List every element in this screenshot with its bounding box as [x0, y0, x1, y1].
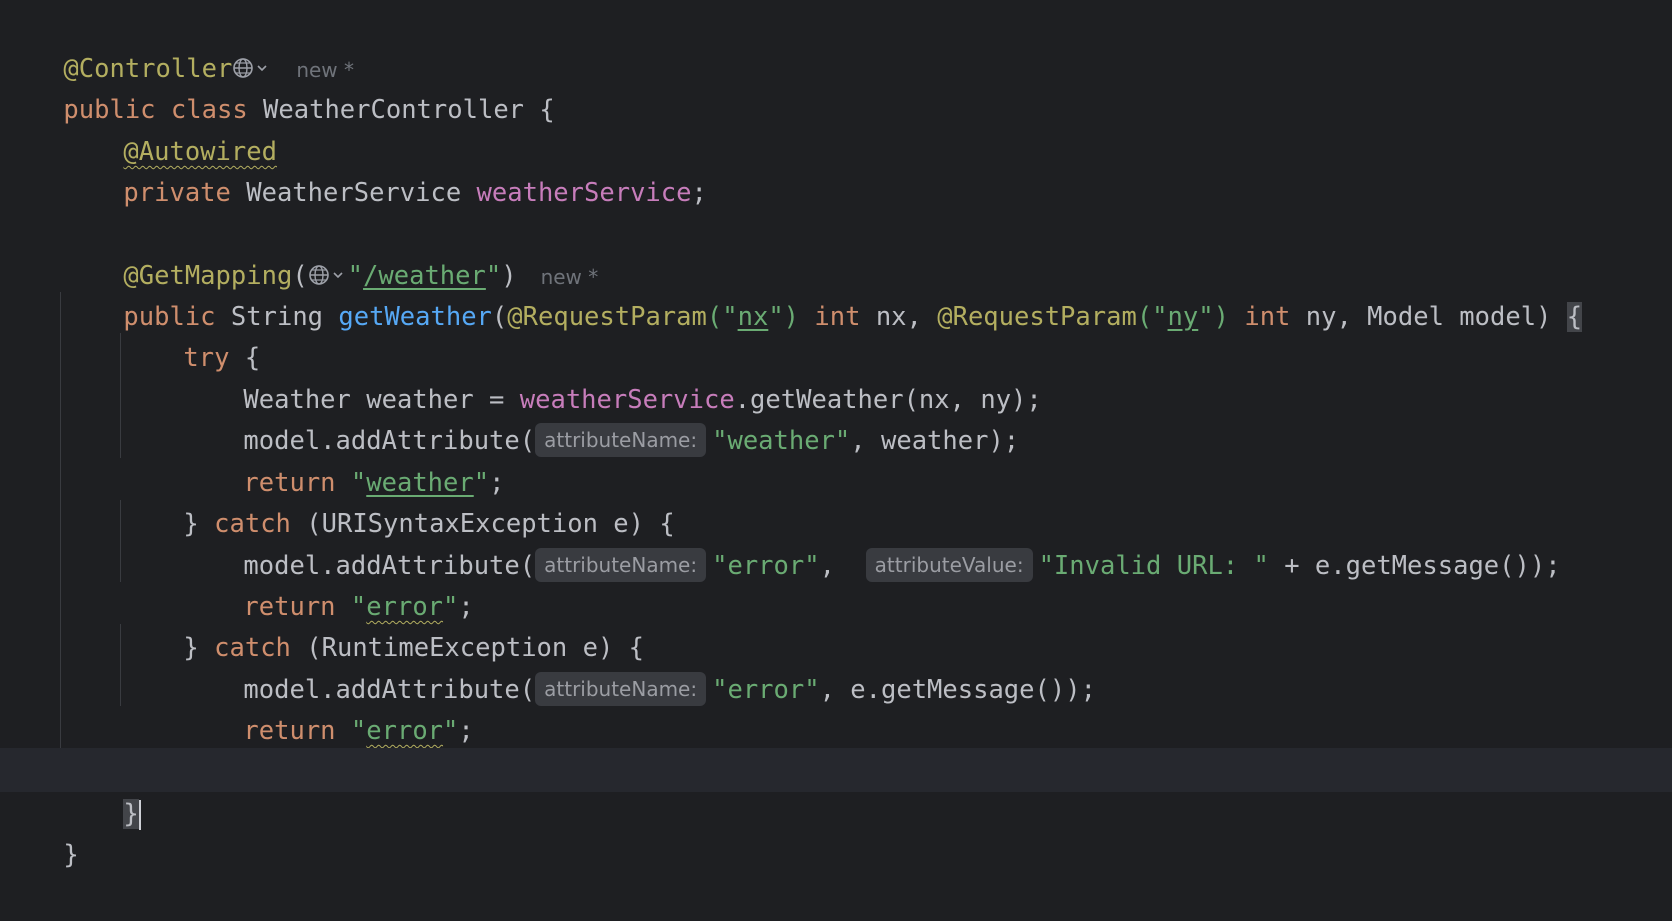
code-line-11[interactable]: return "weather"; [0, 417, 1672, 498]
code-line-8[interactable]: try { [0, 292, 1672, 373]
code-line-3[interactable]: @Autowired [0, 86, 1672, 167]
code-line-12[interactable]: } catch (URISyntaxException e) { [0, 458, 1672, 539]
code-line-13[interactable]: model.addAttribute(attributeName: "error"… [0, 500, 1672, 582]
code-line-9[interactable]: Weather weather = weatherService.getWeat… [0, 334, 1672, 415]
close-brace: } [63, 840, 79, 870]
code-line-18[interactable]: } [0, 706, 1672, 787]
code-line-14[interactable]: return "error"; [0, 541, 1672, 622]
code-line-16[interactable]: model.addAttribute(attributeName: "error"… [0, 624, 1672, 706]
code-line-4[interactable]: private WeatherService weatherService; [0, 127, 1672, 208]
code-line-17[interactable]: return "error"; [0, 665, 1672, 746]
code-line-7[interactable]: public String getWeather(@RequestParam("… [0, 251, 1672, 332]
code-line-15[interactable]: } catch (RuntimeException e) { [0, 582, 1672, 663]
code-editor[interactable]: @Controller new * public class WeatherCon… [0, 0, 1672, 888]
code-line-20[interactable]: } [0, 789, 1672, 870]
code-line-5[interactable] [0, 169, 1672, 213]
code-line-6[interactable]: @GetMapping("/weather") new * [0, 210, 1672, 291]
code-line-1[interactable]: @Controller new * [0, 3, 1672, 84]
code-line-10[interactable]: model.addAttribute(attributeName: "weathe… [0, 375, 1672, 457]
code-line-19[interactable]: } [0, 748, 1672, 830]
code-line-2[interactable]: public class WeatherController { [0, 44, 1672, 125]
